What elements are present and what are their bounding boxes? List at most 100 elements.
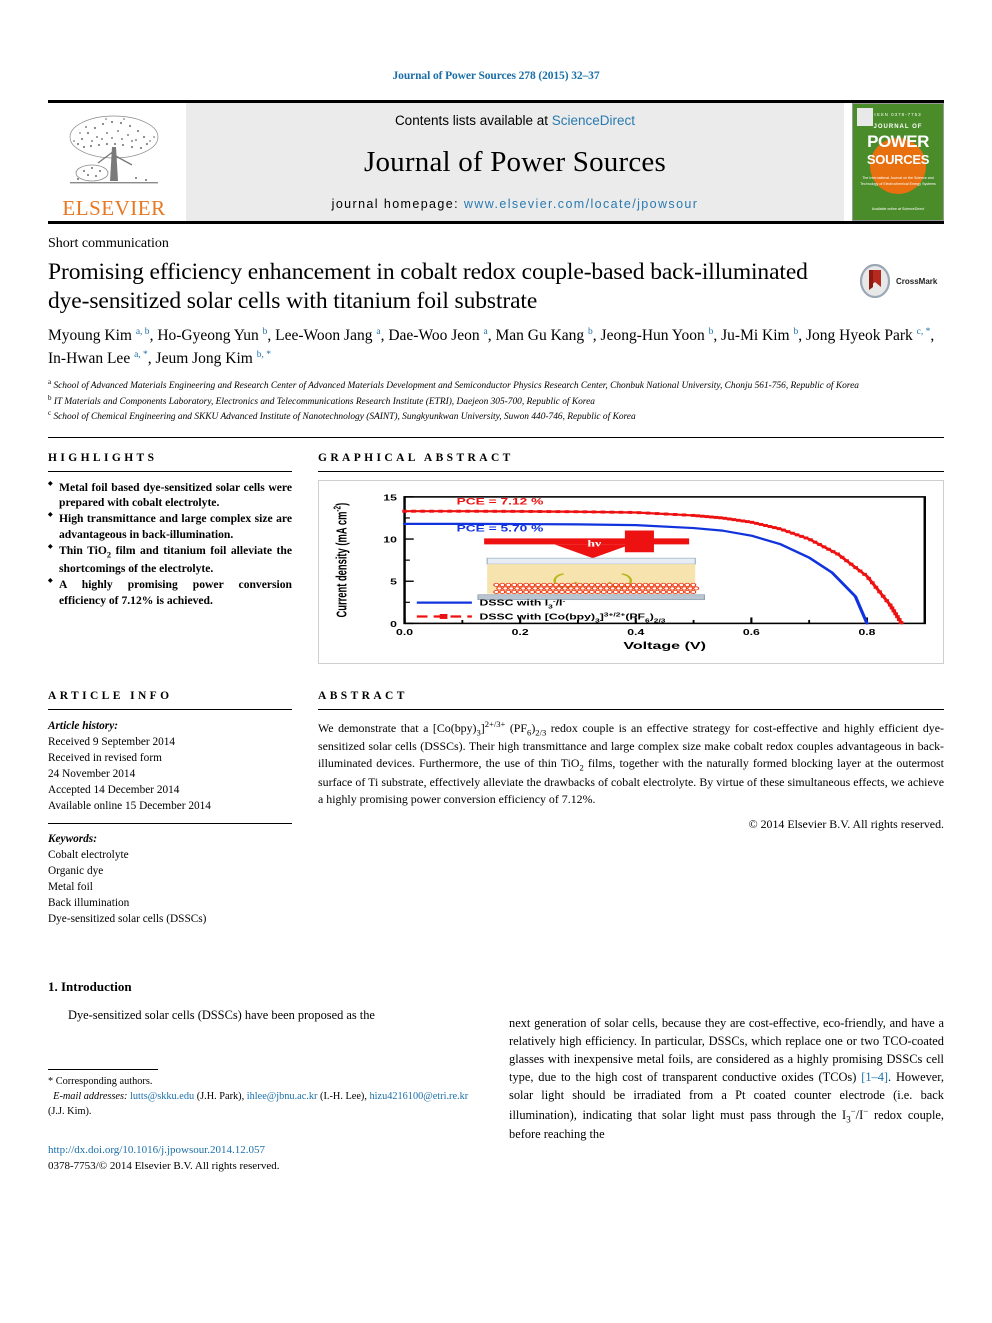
journal-title: Journal of Power Sources [364,146,666,178]
abstract-rule [318,708,944,710]
author-affiliation-mark: b [708,327,714,338]
graphical-abstract-column: GRAPHICAL ABSTRACT 0 5 10 15 0.0 0.2 0.4 0.6 0.8… [318,452,944,664]
author-name: Ju-Mi Kim [721,327,794,345]
affiliation-item: a School of Advanced Materials Engineeri… [48,378,859,392]
graphical-abstract-rule [318,470,944,472]
highlights-column: HIGHLIGHTS Metal foil based dye-sensitiz… [48,452,292,664]
cover-title-sources: SOURCES [866,152,930,167]
author-affiliation-mark: b [588,327,593,338]
author-affiliation-mark: a [483,327,488,338]
crossmark-badge[interactable]: CrossMark [858,258,944,298]
x-tick-label: 0.2 [512,629,529,637]
highlights-heading: HIGHLIGHTS [48,451,158,464]
header-divider [48,436,944,438]
elsevier-wordmark: ELSEVIER [62,196,166,220]
author-name: Ho-Gyeong Yun [157,327,263,345]
highlights-rule [48,470,292,472]
highlights-list: Metal foil based dye-sensitized solar ce… [48,480,292,608]
keyword-item: Back illumination [48,896,130,909]
abstract-column: ABSTRACT We demonstrate that a [Co(bpy)3… [318,690,944,927]
author-name: Dae-Woo Jeon [388,327,484,345]
journal-cover-thumbnail: ISSN 0378-7753 JOURNAL OF POWER SOURCES … [852,103,944,221]
highlight-item: Metal foil based dye-sensitized solar ce… [48,480,292,511]
crossmark-icon [859,264,891,298]
author-affiliation-mark: c, * [916,327,931,338]
running-head: Journal of Power Sources 278 (2015) 32–3… [392,70,600,82]
body-column-right: next generation of solar cells, because … [509,979,944,1175]
title-row: Promising efficiency enhancement in coba… [48,258,944,315]
introduction-paragraph-left: Dye-sensitized solar cells (DSSCs) have … [68,1008,375,1023]
author-email-link[interactable]: ihlee@jbnu.ac.kr [247,1091,318,1102]
article-info-column: ARTICLE INFO Article history: Received 9… [48,690,292,927]
doi-link[interactable]: http://dx.doi.org/10.1016/j.jpowsour.201… [48,1142,483,1159]
article-info-rule [48,708,292,710]
footnote-star: * [48,1076,54,1088]
affiliation-mark: b [48,393,52,402]
corresponding-author-footnote: * Corresponding authors. E-mail addresse… [48,1076,469,1117]
author-email-owner: (J.J. Kim) [48,1105,89,1117]
abstract-copyright: © 2014 Elsevier B.V. All rights reserved… [748,817,944,832]
y-axis-label: Current density (mA cm-2) [331,502,350,617]
keywords-block: Keywords: Cobalt electrolyte Organic dye M… [48,831,292,927]
cover-subtitle: The International Journal on the Science… [860,176,936,186]
articleinfo-abstract-row: ARTICLE INFO Article history: Received 9… [48,690,944,927]
author-email-owner: (I.-H. Lee) [320,1090,365,1102]
body-columns: 1. Introduction Dye-sensitized solar cel… [48,979,944,1175]
cover-title-power: POWER [867,132,929,151]
cover-publisher-badge [857,108,873,126]
sciencedirect-link[interactable]: ScienceDirect [552,113,635,128]
author-email-owner: (J.H. Park) [196,1090,242,1102]
jv-curve-chart: 0 5 10 15 0.0 0.2 0.4 0.6 0.8 Voltage (V) Current … [325,487,937,657]
graphical-abstract-heading: GRAPHICAL ABSTRACT [318,451,514,464]
highlights-graphical-row: HIGHLIGHTS Metal foil based dye-sensitiz… [48,452,944,664]
corresponding-authors-label: Corresponding authors. [55,1076,153,1088]
author-name: Jong Hyeok Park [805,327,917,345]
keyword-item: Organic dye [48,864,104,877]
cover-footer: Available online at ScienceDirect [871,206,925,211]
author-affiliation-mark: b, * [256,349,271,360]
article-history-item: Accepted 14 December 2014 [48,783,180,796]
x-tick-label: 0.6 [743,629,760,637]
highlight-item: High transmittance and large complex siz… [48,511,292,542]
chart-annotation: PCE = 7.12 % [457,497,544,506]
inset-tio2-film [493,582,700,594]
contents-prefix: Contents lists available at [394,113,552,128]
author-name: Man Gu Kang [495,327,589,345]
article-history-block: Article history: Received 9 September 20… [48,718,292,814]
contents-available-line: Contents lists available at ScienceDirec… [395,113,635,128]
author-email-link[interactable]: hizu4216100@etri.re.kr [369,1091,468,1102]
y-tick-label: 10 [383,536,397,544]
jv-chart-svg: 0 5 10 15 0.0 0.2 0.4 0.6 0.8 Voltage (V) Current … [331,494,926,652]
introduction-paragraph-right: next generation of solar cells, because … [509,1016,944,1142]
article-info-separator [48,822,292,824]
affiliation-mark: a [48,378,52,387]
author-email-link[interactable]: lutts@skku.edu [130,1091,194,1102]
author-affiliation-mark: b [262,327,268,338]
elsevier-tree-icon [69,115,159,184]
author-name: Lee-Woon Jang [275,327,377,345]
cover-journal-of: JOURNAL OF [873,124,923,130]
elsevier-logo: ELSEVIER [48,103,180,221]
affiliation-mark: c [48,409,52,418]
x-axis-label: Voltage (V) [623,640,706,652]
journal-homepage-line: journal homepage: www.elsevier.com/locat… [332,197,699,211]
footnote-rule [48,1069,158,1071]
body-column-left: 1. Introduction Dye-sensitized solar cel… [48,979,483,1175]
author-name: In-Hwan Lee [48,349,135,367]
page-title: Promising efficiency enhancement in coba… [48,259,808,314]
article-history-item: 24 November 2014 [48,767,136,780]
article-info-heading: ARTICLE INFO [48,689,173,702]
article-history-item: Received 9 September 2014 [48,735,176,748]
article-history-item: Available online 15 December 2014 [48,799,211,812]
author-name: Myoung Kim [48,327,136,345]
graphical-abstract-figure: 0 5 10 15 0.0 0.2 0.4 0.6 0.8 Voltage (V) Current … [318,479,944,664]
masthead-center-panel: Contents lists available at ScienceDirec… [186,103,844,221]
keyword-item: Cobalt electrolyte [48,848,129,861]
abstract-heading: ABSTRACT [318,689,408,702]
author-name: Jeum Jong Kim [155,349,257,367]
masthead-bottom-rule [48,221,944,224]
homepage-url-link[interactable]: www.elsevier.com/locate/jpowsour [464,197,698,211]
affiliation-item: c School of Chemical Engineering and SKK… [48,409,636,423]
y-tick-label: 5 [390,578,397,586]
citation-link[interactable]: [1–4] [861,1070,888,1084]
